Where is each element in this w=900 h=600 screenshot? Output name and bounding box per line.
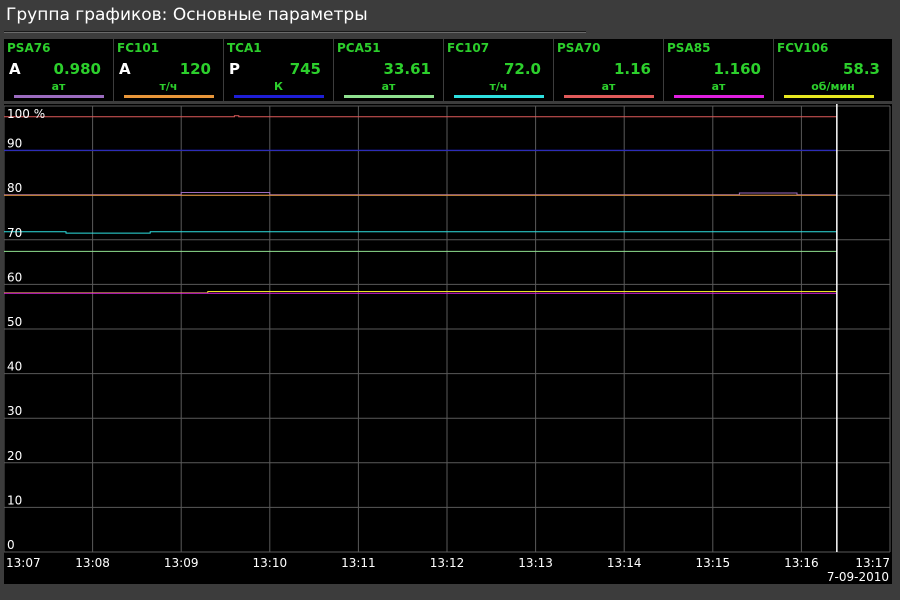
param-unit: ат bbox=[711, 80, 726, 93]
param-color-bar bbox=[564, 95, 654, 98]
x-tick-label: 13:17 bbox=[855, 556, 890, 570]
param-color-bar bbox=[454, 95, 544, 98]
date-label: 7-09-2010 bbox=[827, 570, 889, 584]
y-tick-label: 50 bbox=[7, 315, 22, 329]
param-panel-psa70[interactable]: PSA70 1.16 ат bbox=[554, 39, 664, 101]
param-unit: ат bbox=[51, 80, 66, 93]
parameter-panels: PSA76 A 0.980 ат FC101 A 120 т/ч TCA1 P … bbox=[4, 39, 892, 101]
param-value: 745 bbox=[289, 60, 321, 78]
x-tick-label: 13:10 bbox=[253, 556, 288, 570]
y-tick-label: 80 bbox=[7, 181, 22, 195]
param-panel-fcv106[interactable]: FCV106 58.3 об/мин bbox=[774, 39, 892, 101]
trend-chart-svg: 0 10 20 30 40 50 60 70 80 90 100 % 13:07 13:08 13:09… bbox=[3, 104, 891, 584]
param-mode: A bbox=[9, 60, 21, 78]
param-value: 33.61 bbox=[383, 60, 431, 78]
x-tick-label: 13:08 bbox=[75, 556, 110, 570]
y-tick-label: 100 % bbox=[7, 107, 45, 121]
series-line-fc107 bbox=[4, 231, 837, 234]
x-tick-label: 13:11 bbox=[341, 556, 376, 570]
window-title: Группа графиков: Основные параметры bbox=[6, 5, 368, 25]
param-value: 120 bbox=[179, 60, 211, 78]
param-panel-psa85[interactable]: PSA85 1.160 ат bbox=[664, 39, 774, 101]
x-tick-label: 13:13 bbox=[518, 556, 553, 570]
trend-chart[interactable]: 0 10 20 30 40 50 60 70 80 90 100 % 13:07 13:08 13:09… bbox=[3, 104, 892, 584]
param-name: TCA1 bbox=[227, 41, 262, 55]
x-tick-label: 13:14 bbox=[607, 556, 642, 570]
y-tick-label: 10 bbox=[7, 493, 22, 507]
y-tick-label: 30 bbox=[7, 404, 22, 418]
param-color-bar bbox=[784, 95, 874, 98]
param-panel-fc107[interactable]: FC107 72.0 т/ч bbox=[444, 39, 554, 101]
y-tick-label: 60 bbox=[7, 270, 22, 284]
title-underline bbox=[4, 31, 586, 33]
x-axis-labels: 13:07 13:08 13:09 13:10 13:11 13:12 13:13 13:14… bbox=[6, 556, 890, 570]
y-tick-label: 70 bbox=[7, 226, 22, 240]
x-tick-label: 13:16 bbox=[784, 556, 819, 570]
param-name: FCV106 bbox=[777, 41, 829, 55]
series-line-psa70 bbox=[4, 115, 837, 118]
param-unit: К bbox=[274, 80, 283, 93]
param-unit: об/мин bbox=[811, 80, 855, 93]
x-tick-label: 13:15 bbox=[696, 556, 731, 570]
param-value: 72.0 bbox=[503, 60, 541, 78]
param-name: PSA85 bbox=[667, 41, 711, 55]
param-color-bar bbox=[234, 95, 324, 98]
param-name: FC107 bbox=[447, 41, 490, 55]
series-line-psa76 bbox=[4, 192, 837, 196]
param-color-bar bbox=[674, 95, 764, 98]
y-tick-label: 0 bbox=[7, 538, 15, 552]
x-tick-label: 13:12 bbox=[430, 556, 465, 570]
param-unit: т/ч bbox=[489, 80, 508, 93]
param-name: PSA70 bbox=[557, 41, 601, 55]
x-tick-label: 13:09 bbox=[164, 556, 199, 570]
param-color-bar bbox=[14, 95, 104, 98]
param-panel-psa76[interactable]: PSA76 A 0.980 ат bbox=[4, 39, 114, 101]
param-color-bar bbox=[344, 95, 434, 98]
param-value: 1.16 bbox=[613, 60, 651, 78]
param-value: 0.980 bbox=[53, 60, 101, 78]
x-tick-label: 13:07 bbox=[6, 556, 41, 570]
param-mode: P bbox=[229, 60, 240, 78]
y-tick-label: 40 bbox=[7, 360, 22, 374]
param-unit: ат bbox=[381, 80, 396, 93]
param-name: PSA76 bbox=[7, 41, 51, 55]
param-unit: ат bbox=[601, 80, 616, 93]
y-tick-label: 90 bbox=[7, 137, 22, 151]
param-value: 1.160 bbox=[713, 60, 761, 78]
chart-series bbox=[4, 115, 837, 294]
param-panel-pca51[interactable]: PCA51 33.61 ат bbox=[334, 39, 444, 101]
param-panel-tca1[interactable]: TCA1 P 745 К bbox=[224, 39, 334, 101]
param-mode: A bbox=[119, 60, 131, 78]
series-line-fcv106 bbox=[4, 291, 837, 294]
param-name: PCA51 bbox=[337, 41, 381, 55]
param-color-bar bbox=[124, 95, 214, 98]
param-name: FC101 bbox=[117, 41, 160, 55]
chart-grid bbox=[3, 105, 891, 553]
param-unit: т/ч bbox=[159, 80, 178, 93]
y-tick-label: 20 bbox=[7, 449, 22, 463]
param-panel-fc101[interactable]: FC101 A 120 т/ч bbox=[114, 39, 224, 101]
param-value: 58.3 bbox=[842, 60, 880, 78]
